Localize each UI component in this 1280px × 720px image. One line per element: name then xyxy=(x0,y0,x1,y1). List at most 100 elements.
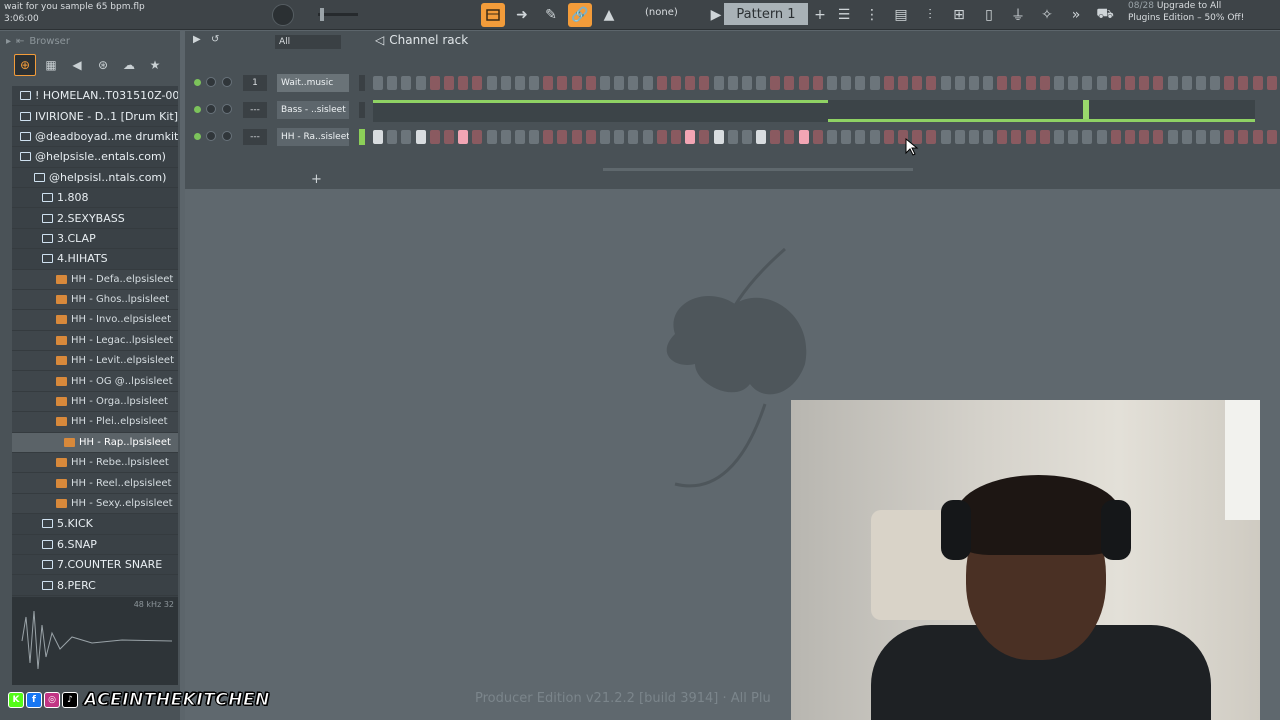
step-button[interactable] xyxy=(699,76,710,90)
step-button[interactable] xyxy=(1039,76,1050,90)
step-button[interactable] xyxy=(699,130,710,144)
step-button[interactable] xyxy=(443,130,454,144)
step-button[interactable] xyxy=(784,76,795,90)
mixer-button[interactable]: ⫶ xyxy=(918,3,942,27)
back-button[interactable]: ◀ xyxy=(66,54,88,76)
step-button[interactable] xyxy=(373,76,383,90)
step-button[interactable] xyxy=(656,130,667,144)
step-button[interactable] xyxy=(855,130,866,144)
step-button[interactable] xyxy=(1238,76,1249,90)
folder-item[interactable]: @deadboyad..me drumkit xyxy=(12,126,178,148)
step-button[interactable] xyxy=(869,130,880,144)
channel-name-button[interactable]: Wait..music xyxy=(277,74,349,92)
step-button[interactable] xyxy=(784,130,795,144)
step-button[interactable] xyxy=(1210,76,1221,90)
rack-play-icon[interactable]: ▶ xyxy=(193,34,201,45)
step-button[interactable] xyxy=(727,76,738,90)
sample-file-item[interactable]: HH - Ghos..lpsisleet xyxy=(12,289,178,311)
folder-item[interactable]: 5.KICK xyxy=(12,514,178,535)
step-button[interactable] xyxy=(1011,130,1022,144)
bass-graph-editor[interactable] xyxy=(373,100,1255,122)
folder-item[interactable]: 7.COUNTER SNARE xyxy=(12,554,178,576)
favorites-button[interactable]: ★ xyxy=(144,54,166,76)
step-button[interactable] xyxy=(812,130,823,144)
step-button[interactable] xyxy=(486,76,497,90)
step-button[interactable] xyxy=(373,130,383,144)
step-button[interactable] xyxy=(514,76,525,90)
sample-file-item[interactable]: HH - Rebe..lpsisleet xyxy=(12,453,178,474)
step-button[interactable] xyxy=(954,76,965,90)
step-button[interactable] xyxy=(585,76,596,90)
channel-mixer-track[interactable]: --- xyxy=(243,102,267,118)
add-channel-button[interactable]: + xyxy=(311,172,322,187)
step-button[interactable] xyxy=(1181,130,1192,144)
step-button[interactable] xyxy=(557,76,568,90)
step-button[interactable] xyxy=(585,130,596,144)
sample-file-item[interactable]: HH - Reel..elpsisleet xyxy=(12,473,178,494)
step-button[interactable] xyxy=(1096,76,1107,90)
step-button[interactable] xyxy=(401,130,412,144)
step-button[interactable] xyxy=(1124,130,1135,144)
step-button[interactable] xyxy=(1210,130,1221,144)
channel-mute-led[interactable] xyxy=(194,133,201,140)
plugin-button[interactable]: ⏚ xyxy=(1006,3,1030,27)
step-button[interactable] xyxy=(642,76,653,90)
step-button[interactable] xyxy=(827,76,837,90)
step-button[interactable] xyxy=(883,76,894,90)
folder-item[interactable]: @helpsisl..ntals.com) xyxy=(12,167,178,188)
step-button[interactable] xyxy=(628,76,639,90)
step-button[interactable] xyxy=(869,76,880,90)
all-files-button[interactable]: ⊕ xyxy=(14,54,36,76)
step-button[interactable] xyxy=(883,130,894,144)
sample-file-item[interactable]: HH - Invo..elpsisleet xyxy=(12,310,178,331)
pattern-none-label[interactable]: (none) xyxy=(645,7,678,18)
channel-mute-led[interactable] xyxy=(194,106,201,113)
step-button[interactable] xyxy=(741,76,752,90)
sample-file-item[interactable]: HH - OG @..lpsisleet xyxy=(12,371,178,392)
step-button[interactable] xyxy=(614,130,625,144)
file-button[interactable]: ▯ xyxy=(977,3,1001,27)
step-button[interactable] xyxy=(997,130,1008,144)
step-button[interactable] xyxy=(926,76,937,90)
step-button[interactable] xyxy=(827,130,837,144)
step-button[interactable] xyxy=(557,130,568,144)
step-button[interactable] xyxy=(940,130,951,144)
step-button[interactable] xyxy=(628,130,639,144)
step-button[interactable] xyxy=(600,130,610,144)
channel-name-button[interactable]: Bass - ..sisleet xyxy=(277,101,349,119)
step-button[interactable] xyxy=(1153,76,1164,90)
step-button[interactable] xyxy=(670,130,681,144)
step-button[interactable] xyxy=(1167,130,1178,144)
step-button[interactable] xyxy=(968,76,979,90)
channel-volume-knob[interactable] xyxy=(222,104,232,114)
playlist-button[interactable]: ☰ xyxy=(832,3,856,27)
step-button[interactable] xyxy=(514,130,525,144)
tool-button[interactable]: ✧ xyxy=(1035,3,1059,27)
step-button[interactable] xyxy=(415,130,426,144)
step-button[interactable] xyxy=(614,76,625,90)
channel-mixer-track[interactable]: --- xyxy=(243,129,267,145)
sample-file-item[interactable]: HH - Legac..lpsisleet xyxy=(12,330,178,352)
step-button[interactable] xyxy=(954,130,965,144)
step-button[interactable] xyxy=(1082,76,1093,90)
channel-mixer-track[interactable]: 1 xyxy=(243,75,267,91)
step-button[interactable] xyxy=(940,76,951,90)
sample-file-item[interactable]: HH - Rap..lpsisleet xyxy=(12,432,178,454)
step-button[interactable] xyxy=(855,76,866,90)
sample-file-item[interactable]: HH - Levit..elpsisleet xyxy=(12,351,178,372)
channel-select[interactable] xyxy=(359,75,365,91)
channel-pan-knob[interactable] xyxy=(206,131,216,141)
step-button[interactable] xyxy=(600,76,610,90)
step-button[interactable] xyxy=(1266,76,1277,90)
step-button[interactable] xyxy=(1167,76,1178,90)
step-button[interactable] xyxy=(1068,130,1079,144)
step-button[interactable] xyxy=(543,76,554,90)
folder-item[interactable]: 4.HIHATS xyxy=(12,249,178,270)
step-button[interactable] xyxy=(1054,76,1064,90)
step-button[interactable] xyxy=(670,76,681,90)
channel-select[interactable] xyxy=(359,102,365,118)
step-button[interactable] xyxy=(983,130,994,144)
sample-waveform-preview[interactable]: 48 kHz 32 xyxy=(12,597,178,685)
step-button[interactable] xyxy=(1252,76,1263,90)
step-button[interactable] xyxy=(571,76,582,90)
